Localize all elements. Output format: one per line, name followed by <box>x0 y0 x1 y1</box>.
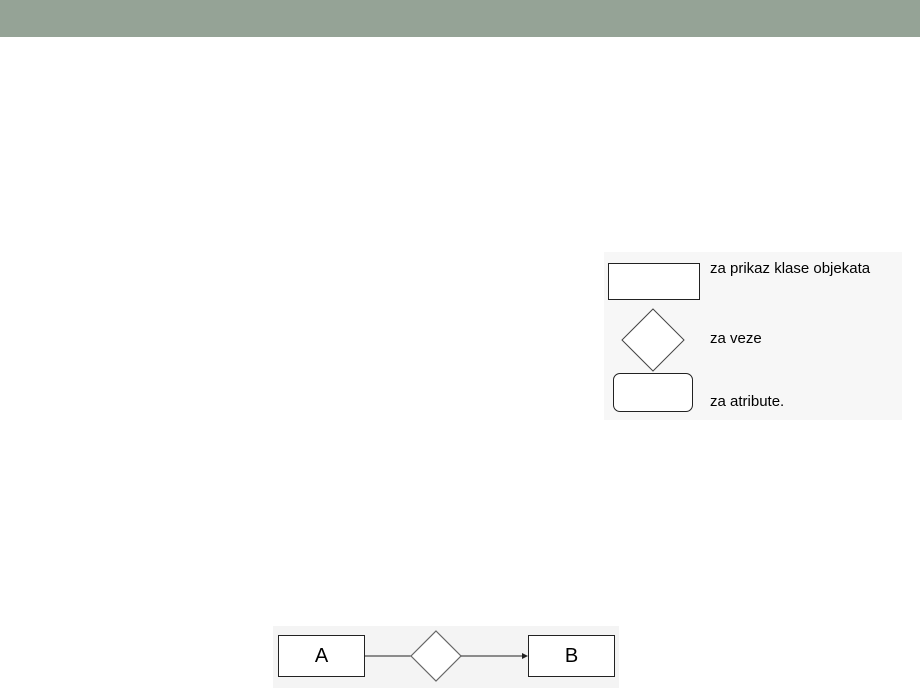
entity-a-box: A <box>278 635 365 677</box>
relationship-diamond <box>410 630 462 682</box>
er-diagram-example: A B <box>273 626 619 688</box>
rounded-rectangle-shape <box>613 373 693 412</box>
slide-header-bar <box>0 0 920 37</box>
legend-label-diamond: za veze <box>710 330 762 347</box>
shape-legend: za prikaz klase objekata za veze za atri… <box>604 252 902 420</box>
entity-b-box: B <box>528 635 615 677</box>
legend-label-rounded-rectangle: za atribute. <box>710 393 785 410</box>
